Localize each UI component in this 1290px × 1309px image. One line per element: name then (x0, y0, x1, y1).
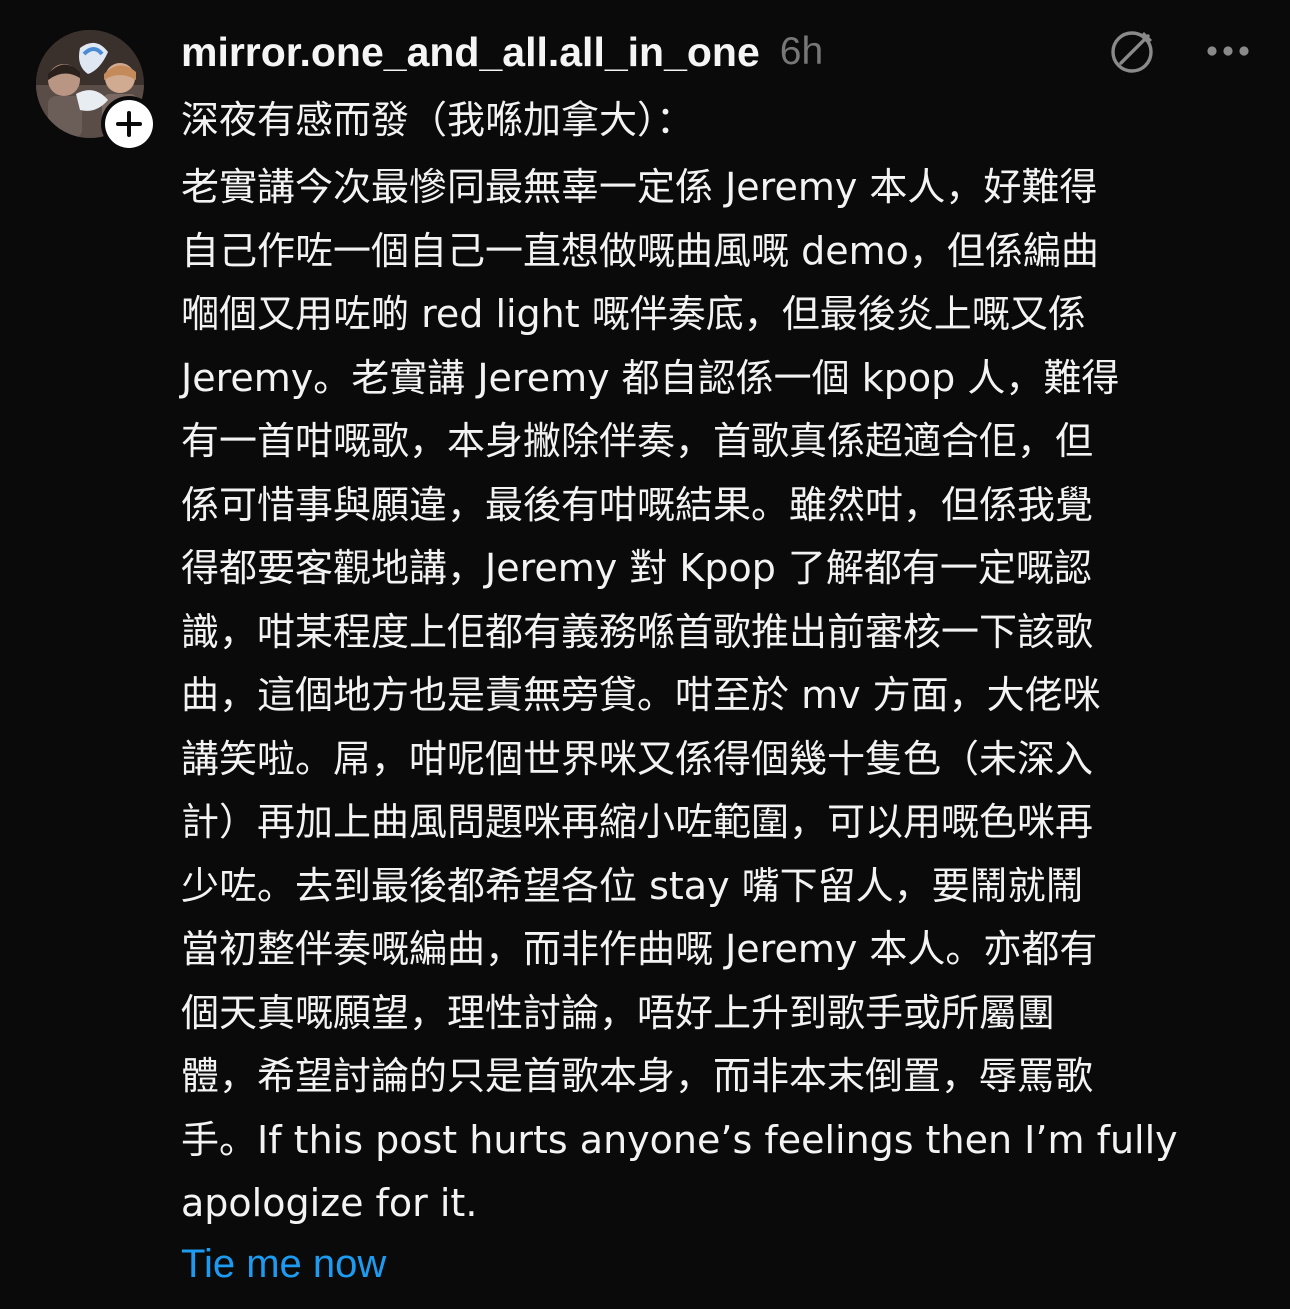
post-body-line: 自己作咗一個自己一直想做嘅曲風嘅 demo，但係編曲 (181, 228, 1099, 273)
slashed-circle-pen-icon (1111, 31, 1153, 73)
post-body-line: 嗰個又用咗啲 red light 嘅伴奏底，但最後炎上嘅又係 (181, 292, 1086, 336)
post-subtitle: 深夜有感而發（我喺加拿大）： (181, 98, 695, 142)
post-body-line: 手。If this post hurts anyone’s feelings t… (181, 1117, 1178, 1162)
post-body-line: 係可惜事與願違，最後有咁嘅結果。雖然咁，但係我覺 (181, 482, 1094, 527)
post-timestamp: 6h (779, 30, 824, 73)
follow-button[interactable] (101, 96, 157, 152)
post-body-line: 當初整伴奏嘅編曲，而非作曲嘅 Jeremy 本人。亦都有 (181, 927, 1098, 971)
post-body-line: apologize for it. (181, 1181, 478, 1225)
post-body-line: 體，希望討論的只是首歌本身，而非本末倒置，辱罵歌 (181, 1054, 1094, 1098)
post-body-line: 講笑啦。屌，咁呢個世界咪又係得個幾十隻色（未深入 (181, 736, 1094, 781)
thread-post: mirror.one_and_all.all_in_one 6h 深夜有感而發（… (0, 0, 1290, 1309)
post-body-line: 計）再加上曲風問題咪再縮小咗範圍，可以用嘅色咪再 (181, 800, 1094, 844)
more-horizontal-icon (1207, 46, 1249, 56)
post-body-line: Jeremy。老實講 Jeremy 都自認係一個 kpop 人，難得 (181, 355, 1120, 400)
post-body: 老實講今次最慘同最無辜一定係 Jeremy 本人，好難得 自己作咗一個自己一直想… (181, 156, 1261, 1236)
post-body-line: 識，咁某程度上佢都有義務喺首歌推出前審核一下該歌 (181, 609, 1094, 654)
post-body-line: 得都要客觀地講，Jeremy 對 Kpop 了解都有一定嘅認 (181, 546, 1092, 590)
plus-icon (116, 111, 142, 137)
follow-button-inner (105, 100, 153, 148)
username-link[interactable]: mirror.one_and_all.all_in_one (181, 29, 760, 76)
post-body-line: 少咗。去到最後都希望各位 stay 嘴下留人，要鬧就鬧 (181, 863, 1084, 908)
post-actions (1108, 26, 1250, 76)
post-body-line: 個天真嘅願望，理性討論，唔好上升到歌手或所屬團 (181, 990, 1056, 1035)
post-body-line: 曲，這個地方也是責無旁貸。咁至於 mv 方面，大佬咪 (181, 673, 1101, 717)
post-body-line: 老實講今次最慘同最無辜一定係 Jeremy 本人，好難得 (181, 165, 1098, 209)
hide-post-button[interactable] (1108, 26, 1158, 76)
post-header: mirror.one_and_all.all_in_one 6h (181, 24, 823, 80)
post-body-line: 有一首咁嘅歌，本身撇除伴奏，首歌真係超適合佢，但 (181, 419, 1094, 463)
more-options-button[interactable] (1206, 44, 1250, 58)
translate-link[interactable]: Tie me now (181, 1236, 386, 1292)
